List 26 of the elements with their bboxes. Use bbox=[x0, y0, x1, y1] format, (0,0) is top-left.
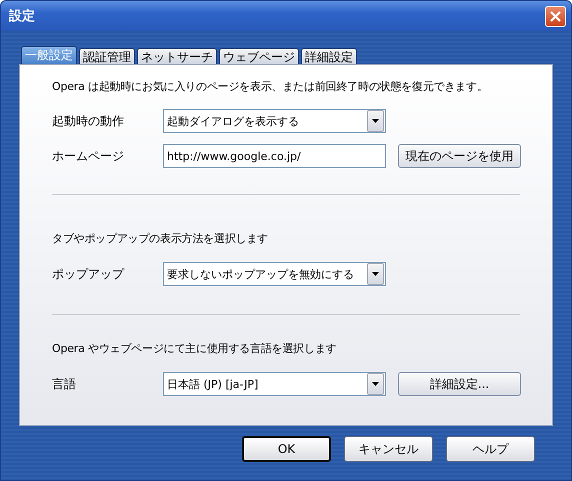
dialog-button[interactable]: OK bbox=[242, 436, 331, 462]
section-description: タブやポップアップの表示方法を選択します bbox=[52, 231, 268, 247]
field-label: 言語 bbox=[52, 376, 77, 392]
tab[interactable]: ウェブページ bbox=[219, 48, 299, 64]
section-description: Opera やウェブページにて主に使用する言語を選択します bbox=[52, 341, 336, 357]
caret-icon bbox=[372, 382, 379, 386]
dropdown[interactable]: 日本語 (JP) [ja-JP] bbox=[163, 372, 386, 396]
caret-icon bbox=[372, 272, 379, 276]
caret-icon bbox=[372, 119, 379, 123]
tab[interactable]: ネットサーチ bbox=[137, 48, 217, 64]
action-button[interactable]: 詳細設定... bbox=[398, 372, 521, 396]
dialog-button[interactable]: キャンセル bbox=[344, 436, 433, 462]
dropdown[interactable]: 要求しないポップアップを無効にする bbox=[163, 262, 386, 286]
field-label: 起動時の動作 bbox=[52, 112, 125, 130]
action-button[interactable]: 現在のページを使用 bbox=[398, 144, 521, 168]
close-icon bbox=[550, 10, 561, 22]
field-label: ポップアップ bbox=[52, 266, 126, 282]
field-label: ホームページ bbox=[52, 148, 125, 164]
window-title: 設定 bbox=[9, 8, 35, 25]
dropdown[interactable]: 起動ダイアログを表示する bbox=[163, 109, 386, 133]
input-field[interactable]: http://www.google.co.jp/ bbox=[163, 144, 386, 168]
tab[interactable]: 認証管理 bbox=[79, 48, 135, 64]
section-description: Opera は起動時にお気に入りのページを表示、または前回終了時の状態を復元できます。 bbox=[52, 79, 488, 95]
tab[interactable]: 詳細設定 bbox=[301, 48, 357, 64]
close-button[interactable] bbox=[545, 6, 566, 26]
dialog-button[interactable]: ヘルプ bbox=[446, 436, 535, 462]
